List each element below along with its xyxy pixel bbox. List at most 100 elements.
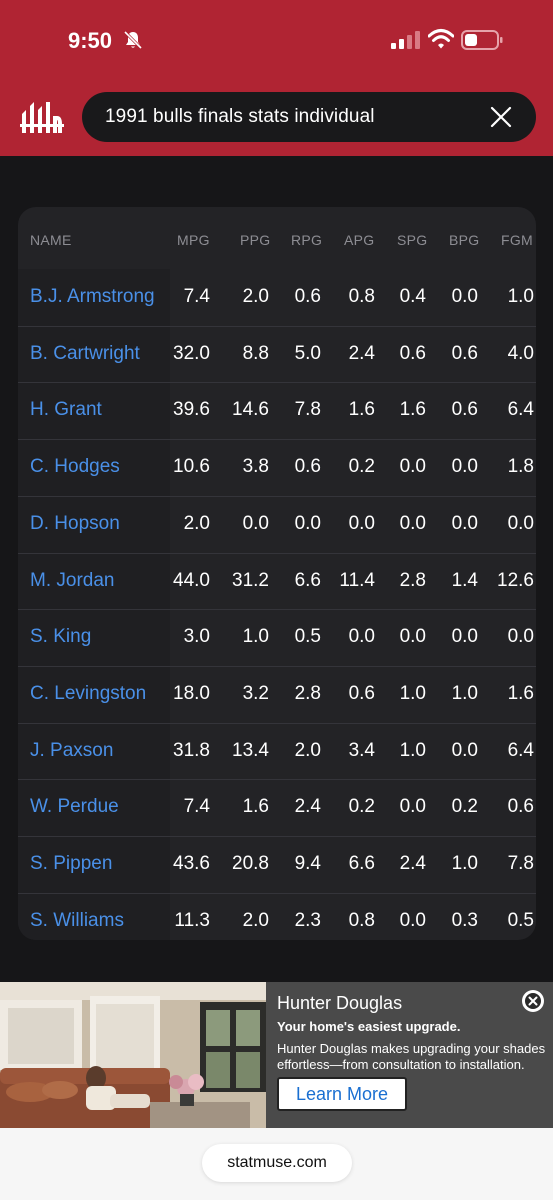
stat-cell-bpg: 0.0 xyxy=(451,286,478,307)
table-row: B.J. Armstrong 7.4 2.0 0.6 0.8 0.4 0.0 1.0 xyxy=(18,269,536,326)
player-name-link[interactable]: J. Paxson xyxy=(30,740,113,762)
stat-cell-mpg: 18.0 xyxy=(173,682,210,704)
stat-cell-apg: 0.2 xyxy=(348,796,375,818)
row-divider xyxy=(18,382,536,384)
row-divider xyxy=(18,836,536,837)
table-row: S. King 3.0 1.0 0.5 0.0 0.0 0.0 0.0 xyxy=(18,609,536,666)
learn-more-button[interactable]: Learn More xyxy=(277,1077,407,1111)
browser-bottom-bar: statmuse.com xyxy=(0,1128,553,1200)
column-header-bpg[interactable]: BPG xyxy=(449,232,479,248)
stat-cell-mpg: 10.6 xyxy=(173,456,210,478)
table-row: D. Hopson 2.0 0.0 0.0 0.0 0.0 0.0 0.0 xyxy=(18,495,536,553)
player-name-link[interactable]: C. Levingston xyxy=(30,683,146,705)
row-divider xyxy=(18,779,536,781)
stat-cell-apg: 0.6 xyxy=(348,682,375,704)
status-time: 9:50 xyxy=(68,28,113,53)
stat-cell-mpg: 43.6 xyxy=(173,853,210,874)
close-icon[interactable] xyxy=(488,104,514,130)
app-header: 9:50 1991 bulls finals stats individual xyxy=(0,0,553,156)
ad-close-icon xyxy=(523,991,543,1011)
stat-cell-fgm: 0.0 xyxy=(507,626,534,648)
search-input[interactable]: 1991 bulls finals stats individual xyxy=(105,106,375,128)
player-name-link[interactable]: B. Cartwright xyxy=(30,343,140,365)
ad-body: Hunter Douglas makes upgrading your shad… xyxy=(277,1041,546,1072)
stat-cell-mpg: 31.8 xyxy=(173,739,210,761)
column-header-spg[interactable]: SPG xyxy=(397,232,427,248)
stat-cell-fgm: 6.4 xyxy=(507,399,534,421)
stat-cell-fgm: 0.0 xyxy=(507,512,534,534)
table-row: S. Pippen 43.6 20.8 9.4 6.6 2.4 1.0 7.8 xyxy=(18,836,536,893)
row-divider xyxy=(18,325,536,327)
stat-cell-mpg: 7.4 xyxy=(183,286,210,307)
column-header-fgm[interactable]: FGM xyxy=(501,232,533,248)
ad-image[interactable] xyxy=(0,982,266,1128)
table-row: S. Williams 11.3 2.0 2.3 0.8 0.0 0.3 0.5 xyxy=(18,892,536,940)
player-name-link[interactable]: S. Pippen xyxy=(30,853,112,875)
column-header-mpg[interactable]: MPG xyxy=(177,232,210,248)
table-row: H. Grant 39.6 14.6 7.8 1.6 1.6 0.6 6.4 xyxy=(18,382,536,439)
stat-cell-spg: 2.8 xyxy=(399,569,426,591)
stat-cell-ppg: 20.8 xyxy=(232,853,269,874)
column-header-ppg[interactable]: PPG xyxy=(240,232,270,248)
stat-cell-bpg: 0.6 xyxy=(451,399,478,421)
stat-cell-spg: 0.0 xyxy=(399,909,426,931)
stat-cell-rpg: 2.0 xyxy=(294,739,321,761)
stat-cell-rpg: 2.4 xyxy=(294,796,321,818)
stat-cell-ppg: 2.0 xyxy=(242,909,269,931)
stat-cell-bpg: 1.4 xyxy=(451,569,478,591)
stat-cell-apg: 2.4 xyxy=(348,342,375,364)
bell-slash-icon xyxy=(123,30,143,50)
stat-cell-apg: 0.2 xyxy=(348,456,375,478)
stat-cell-mpg: 3.0 xyxy=(183,626,210,648)
search-bar[interactable]: 1991 bulls finals stats individual xyxy=(82,92,536,142)
row-divider xyxy=(18,552,536,554)
stat-cell-spg: 0.0 xyxy=(399,796,426,818)
player-name-link[interactable]: C. Hodges xyxy=(30,456,120,478)
ad-brand[interactable]: Hunter Douglas xyxy=(277,993,402,1014)
stat-cell-bpg: 0.0 xyxy=(451,626,478,648)
stat-cell-fgm: 1.0 xyxy=(507,286,534,307)
stat-cell-spg: 0.4 xyxy=(399,286,426,307)
row-divider xyxy=(18,495,536,497)
ad-banner[interactable]: Hunter Douglas Your home's easiest upgra… xyxy=(0,982,553,1128)
stat-cell-ppg: 8.8 xyxy=(242,342,269,364)
ad-close-button[interactable] xyxy=(522,990,544,1012)
player-name-link[interactable]: D. Hopson xyxy=(30,513,120,535)
stat-cell-mpg: 39.6 xyxy=(173,399,210,421)
stat-cell-fgm: 7.8 xyxy=(507,853,534,874)
stat-cell-fgm: 0.5 xyxy=(507,909,534,931)
table-row: C. Levingston 18.0 3.2 2.8 0.6 1.0 1.0 1.6 xyxy=(18,665,536,723)
stat-cell-fgm: 6.4 xyxy=(507,739,534,761)
column-header-name[interactable]: NAME xyxy=(30,232,72,248)
column-header-rpg[interactable]: RPG xyxy=(291,232,322,248)
stat-cell-apg: 0.8 xyxy=(348,909,375,931)
stat-cell-bpg: 0.0 xyxy=(451,456,478,478)
stat-cell-rpg: 2.8 xyxy=(294,682,321,704)
stat-cell-spg: 0.0 xyxy=(399,626,426,648)
stat-cell-mpg: 32.0 xyxy=(173,342,210,364)
stat-cell-rpg: 6.6 xyxy=(294,569,321,591)
stat-cell-spg: 1.0 xyxy=(399,739,426,761)
stat-cell-apg: 6.6 xyxy=(348,853,375,874)
ad-tagline: Your home's easiest upgrade. xyxy=(277,1019,461,1034)
url-bar[interactable]: statmuse.com xyxy=(202,1144,352,1182)
stat-cell-spg: 0.0 xyxy=(399,456,426,478)
player-name-link[interactable]: B.J. Armstrong xyxy=(30,286,155,308)
column-header-apg[interactable]: APG xyxy=(344,232,374,248)
stat-cell-rpg: 0.6 xyxy=(294,286,321,307)
stat-cell-fgm: 1.6 xyxy=(507,682,534,704)
statmuse-logo-icon[interactable] xyxy=(20,100,64,134)
player-name-link[interactable]: H. Grant xyxy=(30,399,102,421)
stat-cell-apg: 1.6 xyxy=(348,399,375,421)
row-divider xyxy=(18,609,536,611)
stat-cell-ppg: 1.6 xyxy=(242,796,269,818)
wifi-icon xyxy=(428,29,454,49)
player-name-link[interactable]: W. Perdue xyxy=(30,796,119,818)
player-name-link[interactable]: S. King xyxy=(30,626,91,648)
stat-cell-rpg: 0.0 xyxy=(294,512,321,534)
stat-cell-mpg: 7.4 xyxy=(183,796,210,818)
player-name-link[interactable]: S. Williams xyxy=(30,910,124,932)
player-name-link[interactable]: M. Jordan xyxy=(30,570,114,592)
stat-cell-bpg: 0.0 xyxy=(451,739,478,761)
stat-cell-mpg: 44.0 xyxy=(173,569,210,591)
